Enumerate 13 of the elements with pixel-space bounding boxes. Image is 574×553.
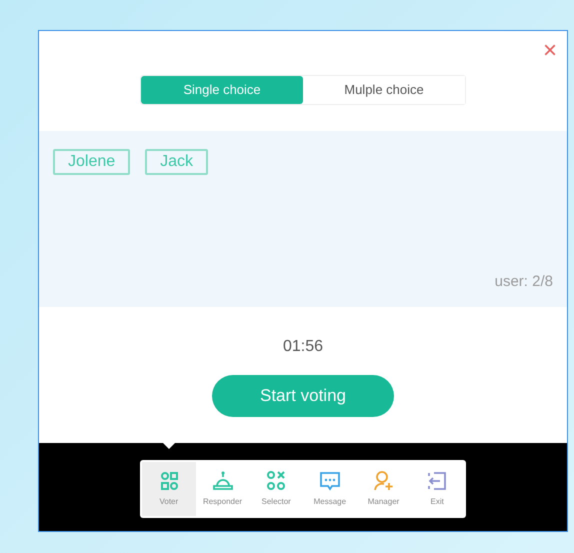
- close-button[interactable]: ×: [542, 39, 557, 63]
- participant-tag: Jack: [145, 149, 208, 175]
- start-voting-button[interactable]: Start voting: [212, 375, 394, 417]
- user-add-icon: [372, 470, 395, 492]
- message-icon: [318, 470, 341, 492]
- pointer-icon: [162, 442, 176, 449]
- exit-icon: [426, 470, 448, 492]
- participant-tag: Jolene: [53, 149, 130, 175]
- circles-and-cross-icon: [265, 470, 288, 492]
- user-count: user: 2/8: [494, 272, 553, 292]
- bell-icon: [212, 470, 234, 492]
- mode-tab[interactable]: Single choice: [141, 76, 303, 104]
- timer: 01:56: [282, 337, 324, 357]
